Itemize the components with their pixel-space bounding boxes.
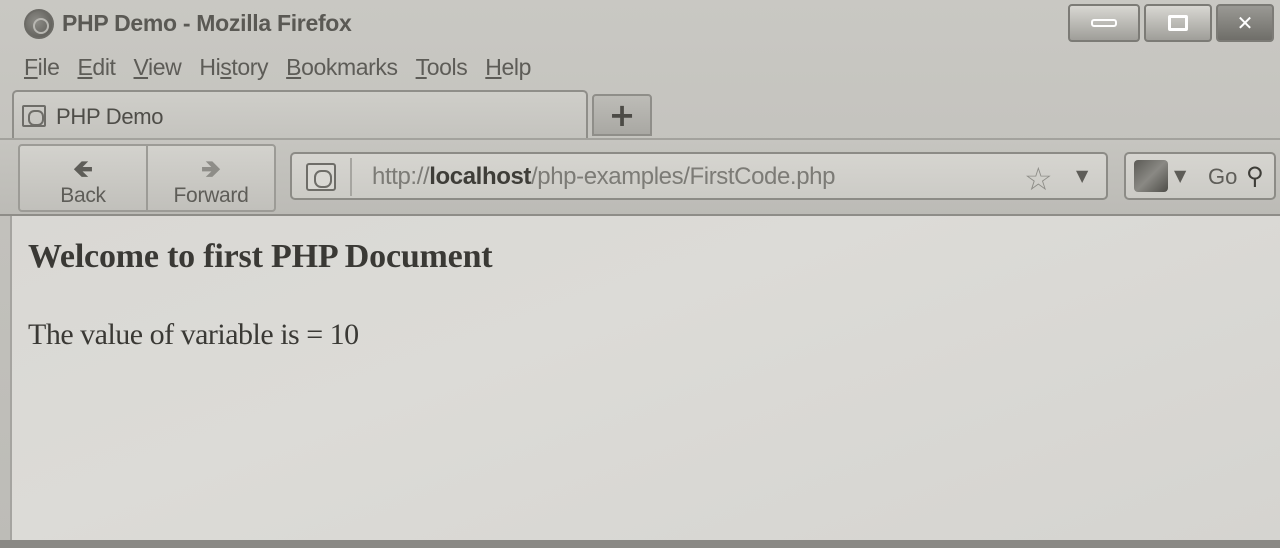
page-icon xyxy=(22,105,46,127)
tab-strip: PHP Demo + xyxy=(0,88,1280,140)
close-button[interactable]: ✕ xyxy=(1216,4,1274,42)
tab-php-demo[interactable]: PHP Demo xyxy=(12,90,588,140)
menu-history[interactable]: History xyxy=(199,54,268,86)
menu-bar: File Edit View History Bookmarks Tools H… xyxy=(24,54,549,86)
minimize-icon xyxy=(1091,19,1117,27)
search-box[interactable]: ▼ Go ⚲ xyxy=(1124,152,1276,200)
page-heading: Welcome to first PHP Document xyxy=(28,238,493,275)
close-icon: ✕ xyxy=(1236,11,1254,35)
navigation-toolbar: 🡸 Back 🡺 Forward http://localhost/php-ex… xyxy=(0,138,1280,216)
page-content: Welcome to first PHP Document The value … xyxy=(10,216,1280,542)
window-title: PHP Demo - Mozilla Firefox xyxy=(62,10,352,36)
url-divider xyxy=(350,158,352,196)
forward-label: Forward xyxy=(173,184,249,207)
tab-label: PHP Demo xyxy=(56,104,164,129)
back-label: Back xyxy=(60,184,106,207)
maximize-button[interactable] xyxy=(1144,4,1212,42)
menu-bookmarks[interactable]: Bookmarks xyxy=(286,54,398,86)
forward-button[interactable]: 🡺 Forward xyxy=(146,144,276,212)
bookmark-star-icon[interactable]: ☆ xyxy=(1024,160,1053,198)
menu-view[interactable]: View xyxy=(134,54,182,86)
firefox-logo-icon xyxy=(24,9,54,39)
window-controls: ✕ xyxy=(1068,4,1274,44)
search-engine-icon[interactable] xyxy=(1134,160,1168,192)
menu-help[interactable]: Help xyxy=(485,54,531,86)
page-icon xyxy=(306,163,336,191)
go-label: Go xyxy=(1208,164,1238,189)
url-text[interactable]: http://localhost/php-examples/FirstCode.… xyxy=(372,163,835,191)
magnifier-icon[interactable]: ⚲ xyxy=(1246,162,1264,190)
browser-window: PHP Demo - Mozilla Firefox ✕ File Edit V… xyxy=(0,0,1280,548)
menu-file[interactable]: File xyxy=(24,54,60,86)
back-button[interactable]: 🡸 Back xyxy=(18,144,148,212)
page-body-text: The value of variable is = 10 xyxy=(28,318,359,351)
address-bar[interactable]: http://localhost/php-examples/FirstCode.… xyxy=(290,152,1108,200)
window-bottom-border xyxy=(0,540,1280,548)
search-engine-dropdown-icon[interactable]: ▼ xyxy=(1174,166,1186,185)
minimize-button[interactable] xyxy=(1068,4,1140,42)
menu-tools[interactable]: Tools xyxy=(416,54,468,86)
new-tab-button[interactable]: + xyxy=(592,94,652,136)
plus-icon: + xyxy=(608,96,636,134)
maximize-icon xyxy=(1168,15,1188,31)
menu-edit[interactable]: Edit xyxy=(77,54,115,86)
url-dropdown-icon[interactable]: ▼ xyxy=(1076,166,1088,185)
title-bar: PHP Demo - Mozilla Firefox ✕ xyxy=(0,0,1280,48)
